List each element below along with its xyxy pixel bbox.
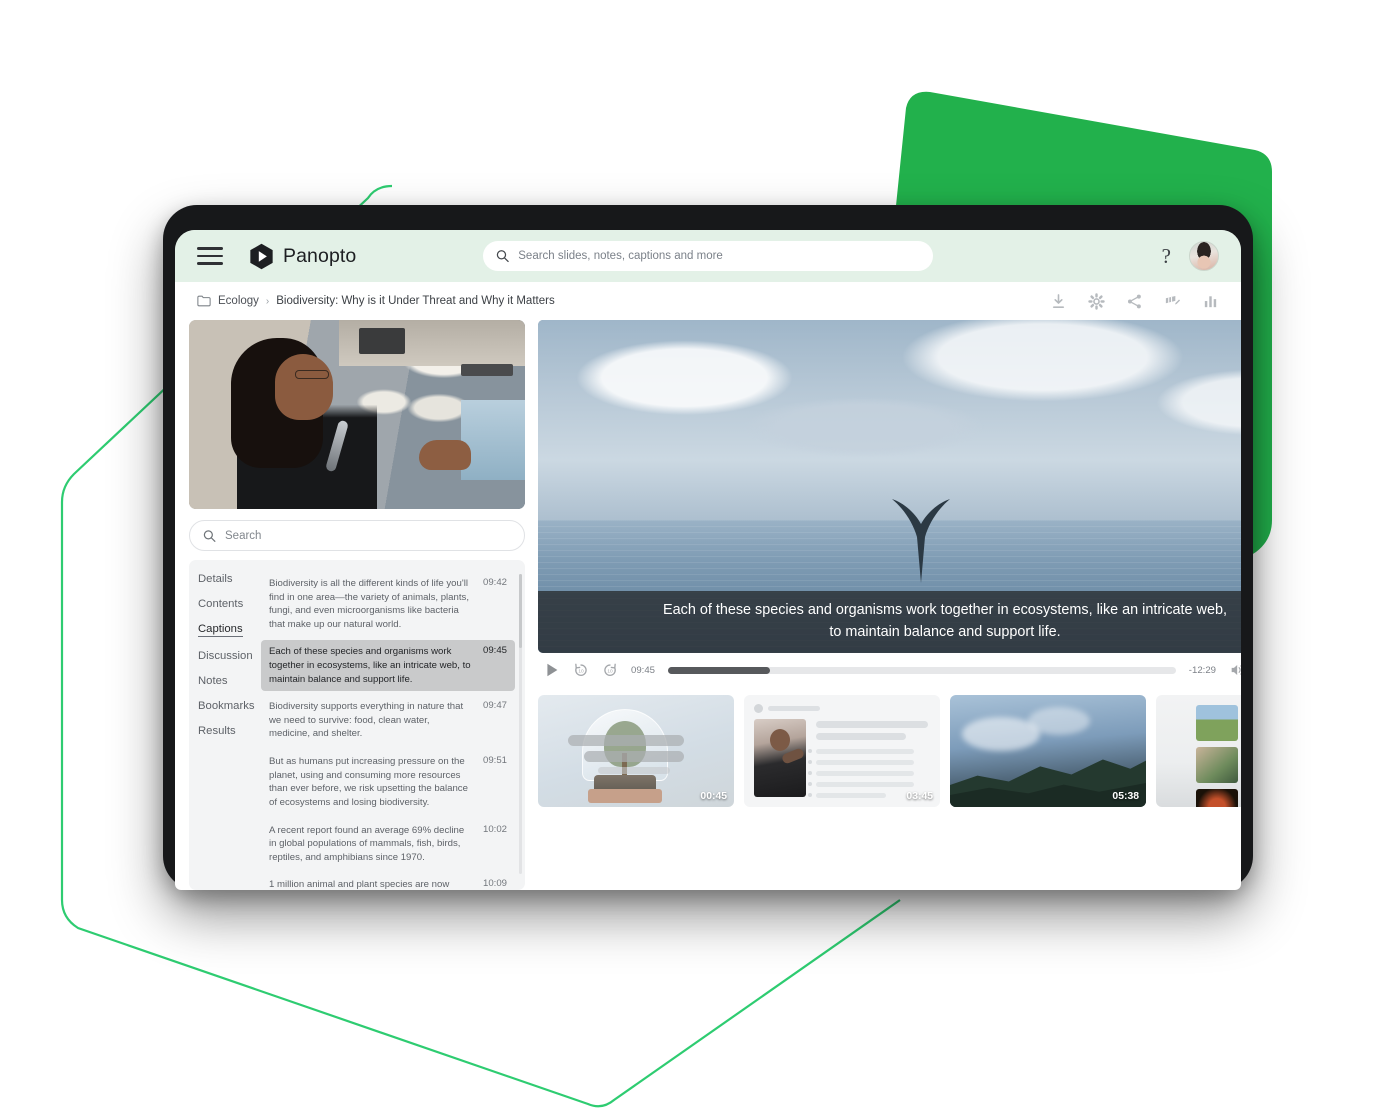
thumbnail-strip: 00:45 03:45 05:38 [538, 695, 1241, 807]
bar-chart-icon[interactable] [1202, 293, 1219, 310]
app-screen: Panopto ? [175, 230, 1241, 890]
caption-row[interactable]: Biodiversity is all the different kinds … [261, 572, 515, 636]
caption-text: 1 million animal and plant species are n… [269, 879, 450, 890]
breadcrumb-item-folder[interactable]: Ecology [218, 295, 259, 307]
thumbnail-speaker-slide[interactable]: 03:45 [744, 695, 940, 807]
right-column: Each of these species and organisms work… [538, 320, 1241, 890]
main-video-player[interactable]: Each of these species and organisms work… [538, 320, 1241, 653]
caption-row[interactable]: Biodiversity supports everything in natu… [261, 695, 515, 746]
video-caption-line-2: to maintain balance and support life. [829, 624, 1061, 640]
caption-timestamp: 10:09 [482, 878, 507, 890]
user-avatar[interactable] [1189, 241, 1219, 271]
panel-search-input[interactable] [225, 529, 511, 542]
search-icon [496, 250, 509, 263]
breadcrumb-item-video[interactable]: Biodiversity: Why is it Under Threat and… [276, 295, 554, 307]
thumbnail-duration: 03:45 [906, 791, 933, 802]
caption-row[interactable]: Each of these species and organisms work… [261, 640, 515, 692]
caption-timestamp: 10:02 [482, 823, 507, 835]
hamburger-menu-icon[interactable] [197, 247, 223, 265]
caption-timestamp: 09:45 [482, 645, 507, 657]
tab-results[interactable]: Results [198, 725, 261, 737]
thumbnail-gallery-slide[interactable] [1156, 695, 1241, 807]
progress-bar[interactable] [668, 666, 1176, 674]
remaining-time: -12:29 [1188, 664, 1216, 676]
breadcrumb: Ecology › Biodiversity: Why is it Under … [197, 295, 555, 307]
brand-logo[interactable]: Panopto [249, 243, 356, 270]
tab-bookmarks[interactable]: Bookmarks [198, 700, 261, 712]
page-root: Panopto ? [0, 0, 1400, 1120]
panopto-play-logo-icon [250, 243, 273, 269]
caption-text: A recent report found an average 69% dec… [269, 824, 465, 863]
tab-captions[interactable]: Captions [198, 623, 243, 637]
side-tab-list: Details Contents Captions Discussion Not… [189, 560, 261, 890]
caption-timestamp: 09:47 [482, 700, 507, 712]
help-question-icon[interactable]: ? [1162, 245, 1171, 267]
caption-row[interactable]: 1 million animal and plant species are n… [261, 873, 515, 890]
tab-discussion[interactable]: Discussion [198, 650, 261, 662]
gear-icon[interactable] [1088, 292, 1105, 310]
tab-details[interactable]: Details [198, 573, 261, 585]
current-time: 09:45 [631, 664, 656, 676]
global-search[interactable] [483, 241, 933, 271]
breadcrumb-actions [1050, 292, 1219, 310]
search-icon [203, 529, 216, 542]
side-panel: Details Contents Captions Discussion Not… [189, 560, 525, 890]
caption-text: Each of these species and organisms work… [269, 646, 471, 685]
video-caption-line-1: Each of these species and organisms work… [663, 602, 1227, 619]
rewind-10-icon[interactable]: 10 [573, 662, 589, 678]
caption-row[interactable]: A recent report found an average 69% dec… [261, 819, 515, 870]
left-column: Details Contents Captions Discussion Not… [189, 320, 525, 890]
svg-text:10: 10 [607, 669, 613, 675]
caption-text: But as humans put increasing pressure on… [269, 756, 468, 808]
caption-text: Biodiversity supports everything in natu… [269, 701, 464, 740]
tablet-device: Panopto ? [163, 205, 1253, 890]
tab-contents[interactable]: Contents [198, 598, 261, 610]
breadcrumb-separator: › [265, 295, 270, 307]
breadcrumb-row: Ecology › Biodiversity: Why is it Under … [175, 282, 1241, 320]
download-icon[interactable] [1050, 293, 1067, 310]
app-header: Panopto ? [175, 230, 1241, 282]
forward-10-icon[interactable]: 10 [602, 662, 618, 678]
tab-notes[interactable]: Notes [198, 675, 261, 687]
thumbnail-forest-slide[interactable]: 05:38 [950, 695, 1146, 807]
caption-row[interactable]: But as humans put increasing pressure on… [261, 750, 515, 814]
caption-timestamp: 09:51 [482, 755, 507, 767]
folder-icon [197, 295, 211, 307]
main-body: Details Contents Captions Discussion Not… [175, 320, 1241, 890]
brand-name: Panopto [283, 244, 357, 267]
video-caption-overlay: Each of these species and organisms work… [538, 591, 1241, 653]
presenter-video[interactable] [189, 320, 525, 509]
svg-text:10: 10 [578, 669, 584, 675]
panel-search[interactable] [189, 520, 525, 551]
play-icon[interactable] [544, 662, 560, 678]
player-controls: 10 10 09:45 -12:29 [538, 653, 1241, 687]
whale-tail-graphic [891, 499, 950, 584]
edit-clapboard-icon[interactable] [1164, 293, 1181, 310]
caption-timestamp: 09:42 [482, 577, 507, 588]
caption-list[interactable]: Biodiversity is all the different kinds … [261, 560, 525, 890]
thumbnail-duration: 00:45 [700, 791, 727, 802]
global-search-input[interactable] [518, 250, 920, 262]
thumbnail-duration: 05:38 [1112, 791, 1139, 802]
volume-icon[interactable] [1229, 662, 1241, 678]
caption-scrollbar-thumb[interactable] [519, 574, 522, 648]
progress-fill [668, 666, 770, 674]
caption-text: Biodiversity is all the different kinds … [269, 578, 469, 630]
thumbnail-terrarium-slide[interactable]: 00:45 [538, 695, 734, 807]
app-header-right: ? [1162, 241, 1219, 271]
share-icon[interactable] [1126, 293, 1143, 310]
